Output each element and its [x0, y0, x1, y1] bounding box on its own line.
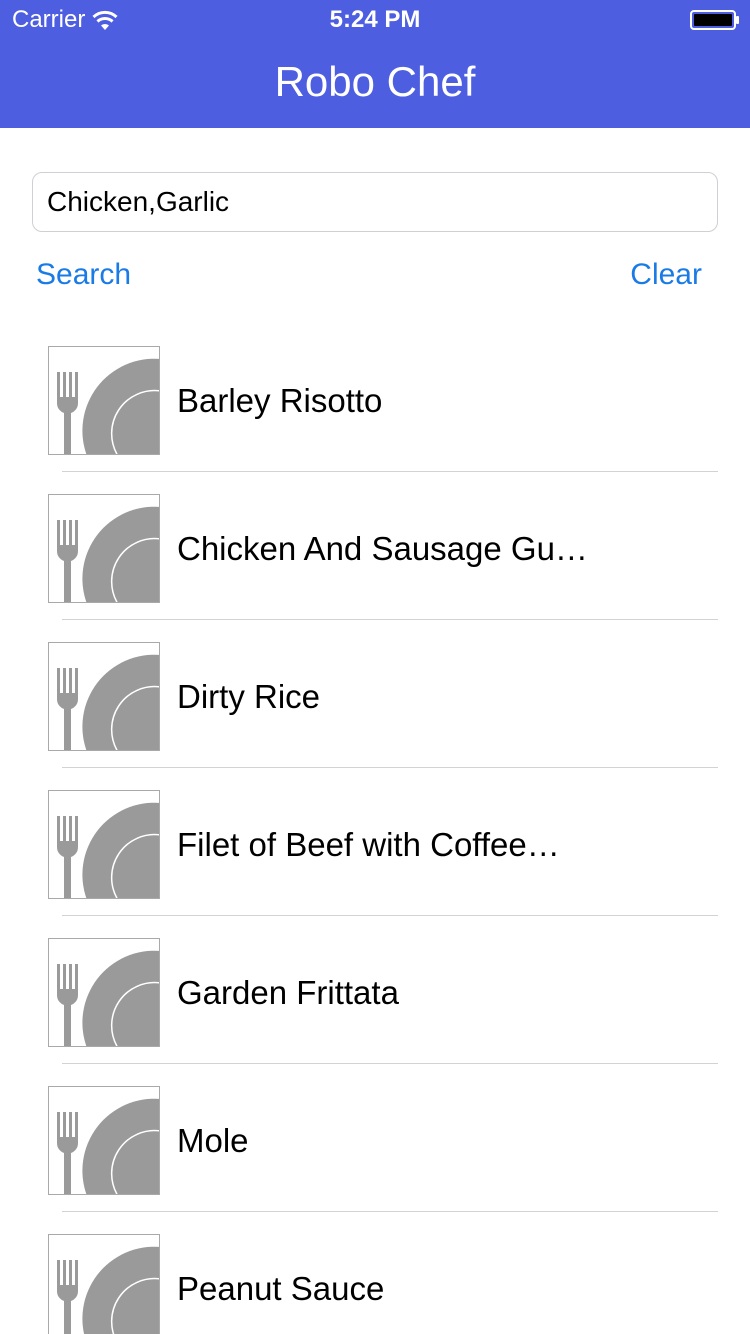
- fork-plate-icon: [48, 1086, 160, 1195]
- fork-plate-icon: [48, 1234, 160, 1334]
- recipe-row[interactable]: Garden Frittata: [0, 916, 750, 1064]
- recipe-name: Barley Risotto: [177, 382, 383, 419]
- fork-plate-icon: [48, 790, 160, 899]
- recipe-row[interactable]: Chicken And Sausage Gu…: [0, 472, 750, 620]
- recipe-row[interactable]: Barley Risotto: [0, 324, 750, 472]
- recipe-name: Peanut Sauce: [177, 1270, 385, 1307]
- recipe-name: Chicken And Sausage Gu…: [177, 530, 588, 567]
- search-button[interactable]: Search: [36, 258, 131, 292]
- recipe-name: Filet of Beef with Coffee…: [177, 826, 560, 863]
- fork-plate-icon: [48, 346, 160, 455]
- recipe-row[interactable]: Dirty Rice: [0, 620, 750, 768]
- page-title: Robo Chef: [274, 58, 476, 105]
- ingredient-search-input[interactable]: [32, 172, 718, 232]
- status-bar: Carrier 5:24 PM: [0, 0, 750, 40]
- recipe-row[interactable]: Peanut Sauce: [0, 1212, 750, 1334]
- recipe-name: Dirty Rice: [177, 678, 321, 715]
- fork-plate-icon: [48, 642, 160, 751]
- fork-plate-icon: [48, 938, 160, 1047]
- clear-button[interactable]: Clear: [630, 258, 702, 292]
- fork-plate-icon: [48, 494, 160, 603]
- navigation-bar: Carrier 5:24 PM Robo Chef: [0, 0, 750, 128]
- recipe-row[interactable]: Filet of Beef with Coffee…: [0, 768, 750, 916]
- recipe-name: Garden Frittata: [177, 974, 399, 1011]
- status-time: 5:24 PM: [329, 6, 421, 33]
- recipe-row[interactable]: Mole: [0, 1064, 750, 1212]
- recipe-name: Mole: [177, 1122, 249, 1159]
- battery-icon: [690, 10, 739, 30]
- recipe-list: Barley Risotto Chicken And Sausage Gu… D…: [0, 324, 750, 1334]
